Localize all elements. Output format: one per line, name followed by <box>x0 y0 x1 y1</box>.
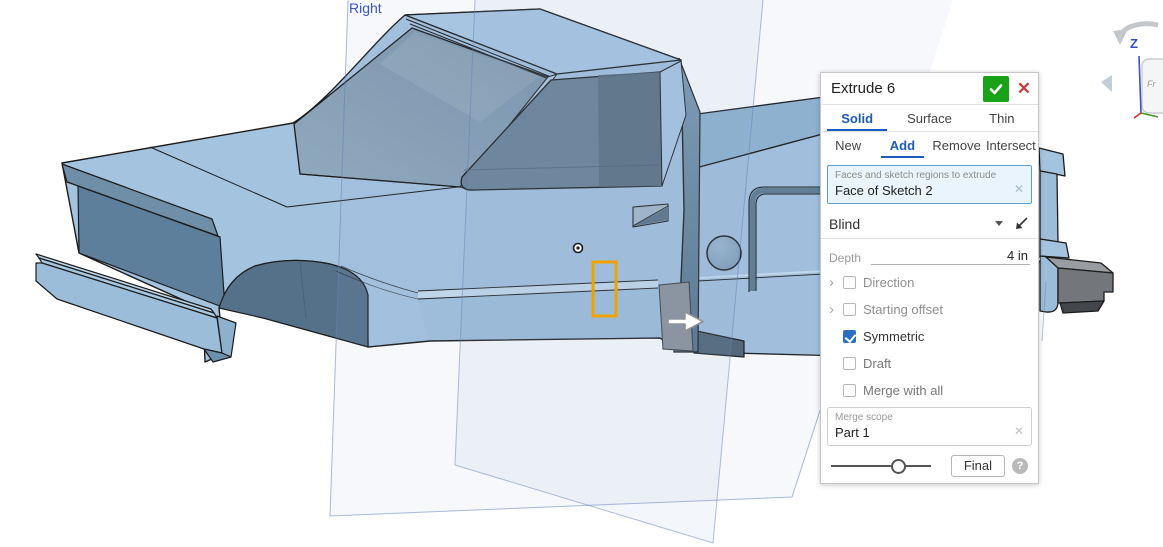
tab-surface[interactable]: Surface <box>893 105 965 131</box>
tab-thin[interactable]: Thin <box>966 105 1038 131</box>
right-plane-label[interactable]: Right <box>349 0 382 16</box>
direction-checkbox[interactable] <box>843 276 856 289</box>
extrude-dialog: Extrude 6 ✕ Solid Surface Thin New Add R… <box>820 72 1039 484</box>
faces-selection-field[interactable]: Faces and sketch regions to extrude Face… <box>827 165 1032 204</box>
dialog-title: Extrude 6 <box>831 80 896 97</box>
expand-chevron-icon[interactable]: › <box>829 302 837 317</box>
z-axis-line <box>1138 55 1142 114</box>
sketch-point-marker[interactable] <box>572 242 584 254</box>
check-icon <box>989 83 1003 94</box>
cancel-button[interactable]: ✕ <box>1017 80 1031 97</box>
close-icon: ✕ <box>1016 79 1031 98</box>
faces-field-value: Face of Sketch 2 <box>835 183 933 198</box>
tab-solid[interactable]: Solid <box>821 105 893 131</box>
view-cube-front-label[interactable]: Fr <box>1147 79 1156 89</box>
draft-checkbox[interactable] <box>843 357 856 370</box>
tab-new[interactable]: New <box>821 132 875 158</box>
end-condition-select[interactable]: Blind <box>829 216 995 232</box>
merge-with-all-checkbox[interactable] <box>843 384 856 397</box>
merge-with-all-label: Merge with all <box>863 383 944 398</box>
flip-direction-icon[interactable] <box>1013 215 1030 232</box>
merge-scope-label: Merge scope <box>835 412 893 423</box>
merge-scope-value: Part 1 <box>835 425 870 440</box>
option-row-starting-offset: › Starting offset <box>821 296 1038 323</box>
tab-remove[interactable]: Remove <box>930 132 984 158</box>
option-row-draft: › Draft <box>821 350 1038 377</box>
x-axis-line <box>1133 112 1142 119</box>
option-row-symmetric: › Symmetric <box>821 323 1038 350</box>
tab-intersect[interactable]: Intersect <box>984 132 1038 158</box>
help-icon[interactable]: ? <box>1012 458 1028 474</box>
rear-bumper-under[interactable] <box>1059 300 1105 314</box>
end-condition-row: Blind <box>821 209 1038 239</box>
option-row-direction: › Direction <box>821 269 1038 296</box>
depth-row: Depth 4 in <box>821 239 1038 269</box>
faces-field-label: Faces and sketch regions to extrude <box>835 170 997 181</box>
confirm-button[interactable] <box>982 75 1009 102</box>
depth-label: Depth <box>829 251 862 265</box>
clear-selection-icon[interactable]: ✕ <box>1014 182 1024 196</box>
clear-merge-scope-icon[interactable]: ✕ <box>1014 424 1024 438</box>
direction-label: Direction <box>863 275 915 290</box>
final-button[interactable]: Final <box>950 455 1005 477</box>
tab-add[interactable]: Add <box>875 132 929 158</box>
starting-offset-checkbox[interactable] <box>843 303 856 316</box>
truck-rear-assembly[interactable] <box>1038 147 1114 314</box>
depth-input[interactable]: 4 in <box>871 248 1030 265</box>
chevron-down-icon[interactable] <box>995 221 1003 226</box>
front-plane-fill[interactable] <box>455 0 763 543</box>
pan-left-triangle-icon[interactable] <box>1101 75 1112 92</box>
dialog-footer: Final ? <box>821 449 1038 483</box>
symmetric-checkbox[interactable] <box>843 330 856 343</box>
draft-label: Draft <box>863 356 892 371</box>
slider-track[interactable] <box>831 465 931 467</box>
option-row-merge-with-all: › Merge with all <box>821 377 1038 404</box>
rotate-arrowhead-icon[interactable] <box>1113 29 1128 45</box>
merge-scope-field[interactable]: Merge scope Part 1 ✕ <box>827 407 1032 446</box>
z-axis-label: Z <box>1130 36 1138 51</box>
geometry-type-tabs: Solid Surface Thin <box>821 104 1038 131</box>
rear-column[interactable] <box>1039 170 1059 243</box>
rear-bumper-face[interactable] <box>1057 267 1114 304</box>
starting-offset-label: Starting offset <box>863 302 943 317</box>
rollback-slider[interactable] <box>831 459 931 474</box>
rear-step[interactable] <box>1039 238 1070 259</box>
boolean-type-tabs: New Add Remove Intersect <box>821 131 1038 158</box>
expand-chevron-icon[interactable]: › <box>829 275 837 290</box>
symmetric-label: Symmetric <box>863 329 925 344</box>
dialog-header: Extrude 6 ✕ <box>821 73 1038 104</box>
slider-handle[interactable] <box>891 459 906 474</box>
